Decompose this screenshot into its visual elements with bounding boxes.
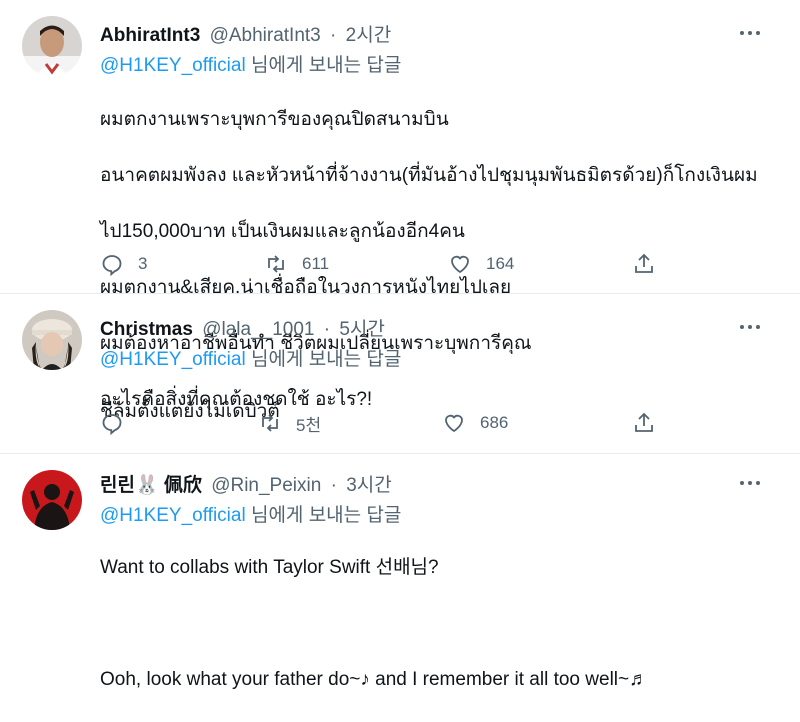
author-handle[interactable]: @Rin_Peixin bbox=[211, 475, 321, 496]
retweet-count: 611 bbox=[302, 254, 330, 273]
reply-context: @H1KEY_official 님에게 보내는 답글 bbox=[100, 500, 401, 527]
tweet-card[interactable]: Christmas @lala__1001 · 5시간 @H1KEY_offic… bbox=[0, 294, 800, 454]
retweet-icon bbox=[268, 255, 284, 273]
tweet-text-line: Ooh, look what your father do~♪ and I re… bbox=[100, 669, 649, 690]
mention-link[interactable]: @H1KEY_official bbox=[100, 349, 246, 370]
avatar[interactable] bbox=[22, 16, 82, 76]
avatar[interactable] bbox=[22, 310, 82, 370]
tweet-time[interactable]: 5시간 bbox=[339, 319, 385, 340]
reply-button[interactable]: 3 bbox=[100, 249, 147, 279]
tweet-time[interactable]: 3시간 bbox=[346, 475, 392, 496]
retweet-count: 5천 bbox=[296, 415, 322, 435]
author-name[interactable]: Christmas bbox=[100, 319, 193, 340]
retweet-button[interactable]: 611 bbox=[264, 249, 329, 279]
share-icon bbox=[635, 412, 653, 432]
retweet-button[interactable]: 5천 bbox=[258, 408, 321, 438]
tweet-actions: 3 611 164 bbox=[100, 249, 660, 279]
more-icon[interactable] bbox=[740, 316, 762, 338]
tweet-actions: 5천 686 bbox=[100, 408, 660, 438]
reply-to-label: 님에게 보내는 답글 bbox=[250, 349, 402, 370]
heart-icon bbox=[445, 414, 463, 433]
share-button[interactable] bbox=[632, 249, 670, 279]
retweet-icon bbox=[262, 414, 278, 432]
tweet-text-line: Want to collabs with Taylor Swift 선배님? bbox=[100, 557, 439, 578]
tweet-text: Want to collabs with Taylor Swift 선배님? O… bbox=[100, 526, 780, 722]
like-button[interactable]: 164 bbox=[448, 249, 514, 279]
author-name[interactable]: AbhiratInt3 bbox=[100, 25, 200, 46]
tweet-card[interactable]: AbhiratInt3 @AbhiratInt3 · 2시간 @H1KEY_of… bbox=[0, 0, 800, 410]
more-icon[interactable] bbox=[740, 472, 762, 494]
like-count: 164 bbox=[486, 254, 515, 273]
reply-context: @H1KEY_official 님에게 보내는 답글 bbox=[100, 50, 401, 77]
mention-link[interactable]: @H1KEY_official bbox=[100, 505, 246, 526]
separator-dot: · bbox=[323, 319, 331, 340]
like-button[interactable]: 686 bbox=[442, 408, 508, 438]
reply-icon bbox=[102, 255, 122, 276]
reply-context: @H1KEY_official 님에게 보내는 답글 bbox=[100, 344, 401, 371]
separator-dot: · bbox=[330, 25, 337, 46]
reply-icon bbox=[102, 414, 122, 435]
reply-to-label: 님에게 보내는 답글 bbox=[250, 55, 402, 76]
reply-to-label: 님에게 보내는 답글 bbox=[250, 505, 402, 526]
separator-dot: · bbox=[330, 475, 337, 496]
author-handle[interactable]: @AbhiratInt3 bbox=[210, 25, 321, 46]
author-handle[interactable]: @lala__1001 bbox=[202, 319, 314, 340]
reply-button[interactable] bbox=[100, 408, 138, 438]
tweet-time[interactable]: 2시간 bbox=[346, 25, 392, 46]
share-icon bbox=[635, 253, 653, 273]
mention-link[interactable]: @H1KEY_official bbox=[100, 55, 246, 76]
reply-count: 3 bbox=[138, 254, 148, 273]
like-count: 686 bbox=[480, 413, 509, 432]
tweet-text-line: ไป150,000บาท เป็นเงินผมและลูกน้องอีก4คน bbox=[100, 221, 465, 242]
avatar[interactable] bbox=[22, 470, 82, 530]
share-button[interactable] bbox=[632, 408, 670, 438]
more-icon[interactable] bbox=[740, 22, 762, 44]
tweet-text-line: อนาคตผมพังลง และหัวหน้าที่จ้างงาน(ที่มัน… bbox=[100, 165, 758, 186]
tweet-card[interactable]: 린린🐰 佩欣 @Rin_Peixin · 3시간 @H1KEY_official… bbox=[0, 454, 800, 690]
tweet-text-line: ผมตกงานเพราะบุพการีของคุณปิดสนามบิน bbox=[100, 109, 449, 130]
tweet-text-spacer bbox=[100, 610, 780, 638]
author-name[interactable]: 린린🐰 佩欣 bbox=[100, 475, 202, 496]
heart-icon bbox=[451, 255, 469, 274]
